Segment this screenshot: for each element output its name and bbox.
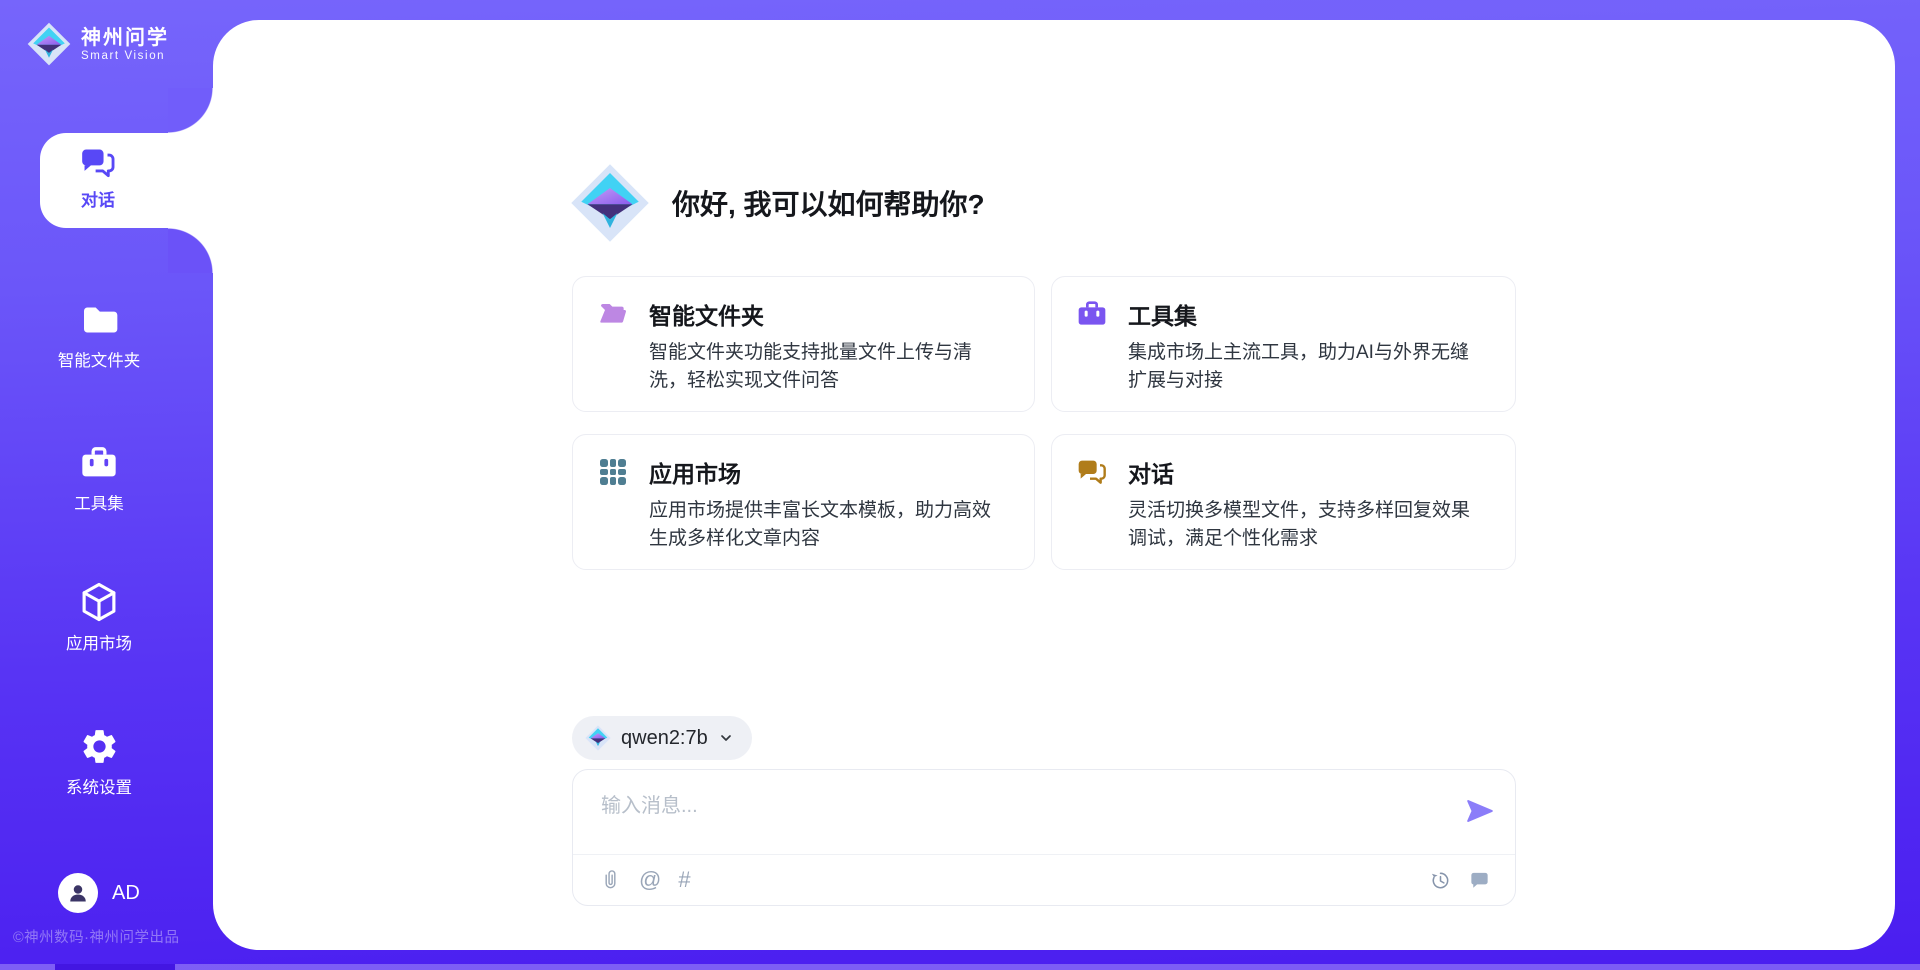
chat-icon: [1076, 456, 1108, 488]
model-selector[interactable]: qwen2:7b: [572, 716, 752, 760]
cube-icon: [0, 581, 198, 623]
gem-icon: [585, 725, 611, 751]
feature-cards: 智能文件夹 智能文件夹功能支持批量文件上传与清洗，轻松实现文件问答 工具集 集成…: [572, 276, 1516, 570]
brand-tagline: Smart Vision: [81, 50, 169, 62]
card-description: 智能文件夹功能支持批量文件上传与清洗，轻松实现文件问答: [649, 339, 1004, 395]
history-icon[interactable]: [1429, 869, 1452, 892]
sidebar-item-app-market[interactable]: 应用市场: [0, 581, 198, 654]
card-head: 工具集: [1076, 297, 1485, 331]
app-root: 神州问学 Smart Vision 对话 智能文件夹: [0, 0, 1920, 970]
message-input[interactable]: [601, 786, 1441, 826]
card-toolset[interactable]: 工具集 集成市场上主流工具，助力AI与外界无缝扩展与对接: [1051, 276, 1516, 412]
sidebar-item-settings[interactable]: 系统设置: [0, 726, 198, 798]
chat-icon: [40, 144, 156, 182]
message-composer: @ #: [572, 769, 1516, 906]
card-app-market[interactable]: 应用市场 应用市场提供丰富长文本模板，助力高效生成多样化文章内容: [572, 434, 1035, 570]
card-description: 应用市场提供丰富长文本模板，助力高效生成多样化文章内容: [649, 497, 1004, 553]
sidebar-item-label: 对话: [40, 186, 156, 211]
folder-icon: [0, 300, 198, 340]
greeting-title: 你好, 我可以如何帮助你?: [672, 183, 985, 223]
sidebar-item-smart-folder[interactable]: 智能文件夹: [0, 300, 198, 371]
card-head: 智能文件夹: [597, 297, 1004, 331]
gem-icon: [570, 163, 650, 243]
tab-curve-bottom: [168, 228, 213, 273]
sidebar-item-label: 系统设置: [0, 774, 198, 798]
sidebar-item-label: 应用市场: [0, 630, 198, 654]
brand-logo: 神州问学 Smart Vision: [27, 22, 169, 66]
send-icon[interactable]: [1465, 796, 1495, 826]
card-title: 应用市场: [649, 455, 741, 489]
card-chat[interactable]: 对话 灵活切换多模型文件，支持多样回复效果调试，满足个性化需求: [1051, 434, 1516, 570]
composer-divider: [573, 854, 1515, 855]
gear-icon: [0, 726, 198, 767]
sidebar-item-chat-inner: 对话: [40, 144, 156, 211]
person-icon: [66, 881, 90, 905]
card-title: 工具集: [1128, 297, 1197, 331]
user-badge[interactable]: AD: [58, 873, 140, 913]
card-description: 集成市场上主流工具，助力AI与外界无缝扩展与对接: [1128, 339, 1485, 395]
chevron-down-icon: [718, 730, 734, 746]
user-name: AD: [112, 882, 140, 905]
sidebar-item-chat[interactable]: 对话: [40, 133, 214, 228]
open-folder-icon: [597, 298, 629, 330]
scrollbar-thumb[interactable]: [55, 964, 175, 970]
at-icon[interactable]: @: [639, 869, 661, 891]
chat-bubble-icon[interactable]: [1468, 869, 1491, 892]
brand-text: 神州问学 Smart Vision: [81, 26, 169, 62]
copyright-text: ©神州数码·神州问学出品: [13, 926, 180, 947]
card-head: 对话: [1076, 455, 1485, 489]
paperclip-icon[interactable]: [599, 869, 622, 892]
horizontal-scrollbar[interactable]: [0, 964, 1920, 970]
card-title: 对话: [1128, 455, 1174, 489]
sidebar-item-toolset[interactable]: 工具集: [0, 443, 198, 514]
avatar: [58, 873, 98, 913]
apps-grid-icon: [597, 456, 629, 488]
brand-name: 神州问学: [81, 26, 169, 50]
sidebar-item-label: 工具集: [0, 490, 198, 514]
hero: 你好, 我可以如何帮助你?: [570, 163, 985, 243]
sidebar-item-label: 智能文件夹: [0, 347, 198, 371]
tab-curve-top: [168, 88, 213, 133]
card-title: 智能文件夹: [649, 297, 764, 331]
composer-right-tools: [1429, 855, 1491, 905]
gem-icon: [27, 22, 71, 66]
card-head: 应用市场: [597, 455, 1004, 489]
toolbox-icon: [0, 443, 198, 483]
card-smart-folder[interactable]: 智能文件夹 智能文件夹功能支持批量文件上传与清洗，轻松实现文件问答: [572, 276, 1035, 412]
toolbox-icon: [1076, 298, 1108, 330]
card-description: 灵活切换多模型文件，支持多样回复效果调试，满足个性化需求: [1128, 497, 1485, 553]
model-name: qwen2:7b: [621, 727, 708, 750]
composer-tools: @ #: [599, 855, 691, 905]
hash-icon[interactable]: #: [678, 869, 690, 891]
